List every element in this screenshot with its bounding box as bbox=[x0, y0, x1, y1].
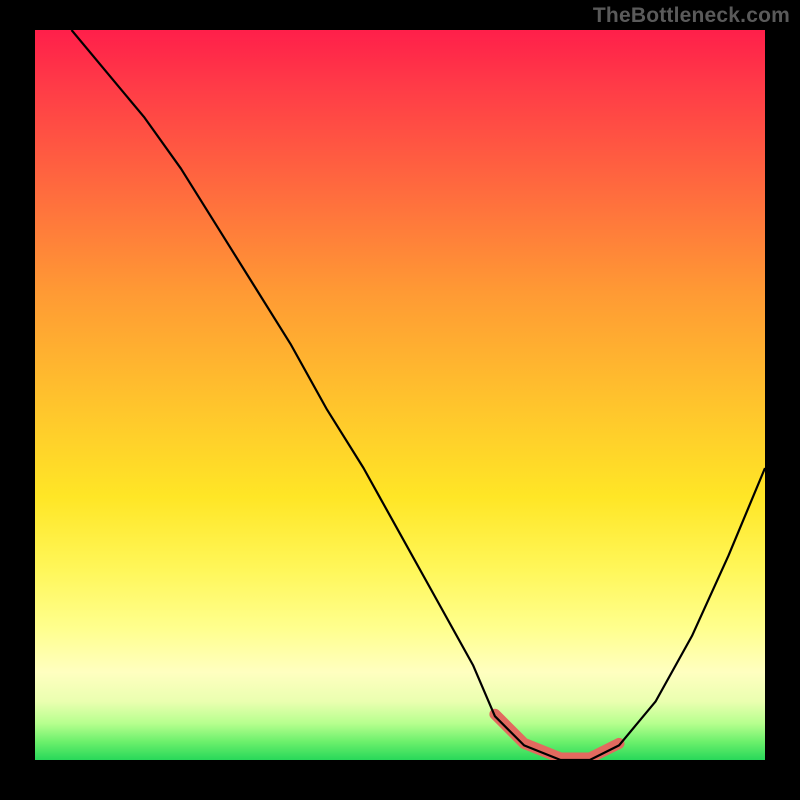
curve-svg bbox=[35, 30, 765, 760]
chart-frame: TheBottleneck.com bbox=[0, 0, 800, 800]
bottleneck-curve bbox=[72, 30, 766, 760]
watermark-text: TheBottleneck.com bbox=[593, 4, 790, 28]
plot-area bbox=[35, 30, 765, 760]
